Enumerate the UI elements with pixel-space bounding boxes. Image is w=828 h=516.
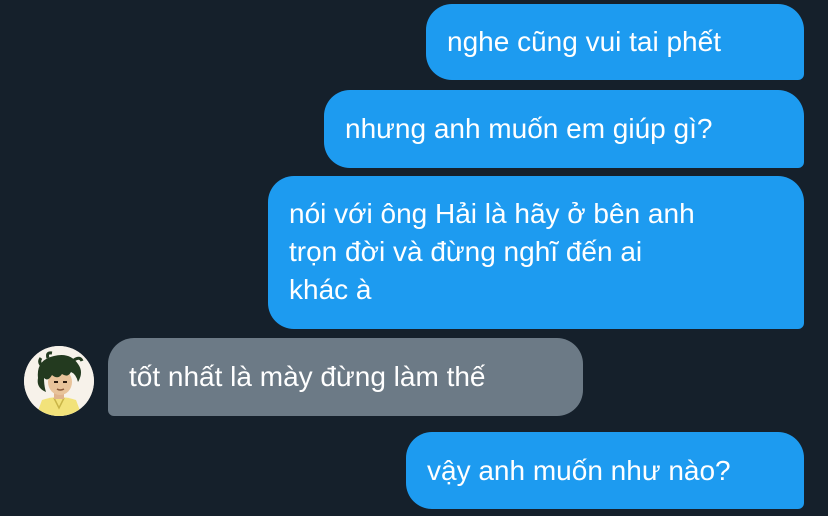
contact-avatar[interactable] [24,346,94,416]
outgoing-message-bubble[interactable]: nhưng anh muốn em giúp gì? [324,90,804,168]
chat-thread: nghe cũng vui tai phết nhưng anh muốn em… [0,0,828,516]
cartoon-person-avatar-icon [24,346,94,416]
incoming-message-bubble[interactable]: tốt nhất là mày đừng làm thế [108,338,583,416]
outgoing-message-bubble[interactable]: nói với ông Hải là hãy ở bên anh trọn đờ… [268,176,804,329]
outgoing-message-bubble[interactable]: vậy anh muốn như nào? [406,432,804,509]
outgoing-message-bubble[interactable]: nghe cũng vui tai phết [426,4,804,80]
